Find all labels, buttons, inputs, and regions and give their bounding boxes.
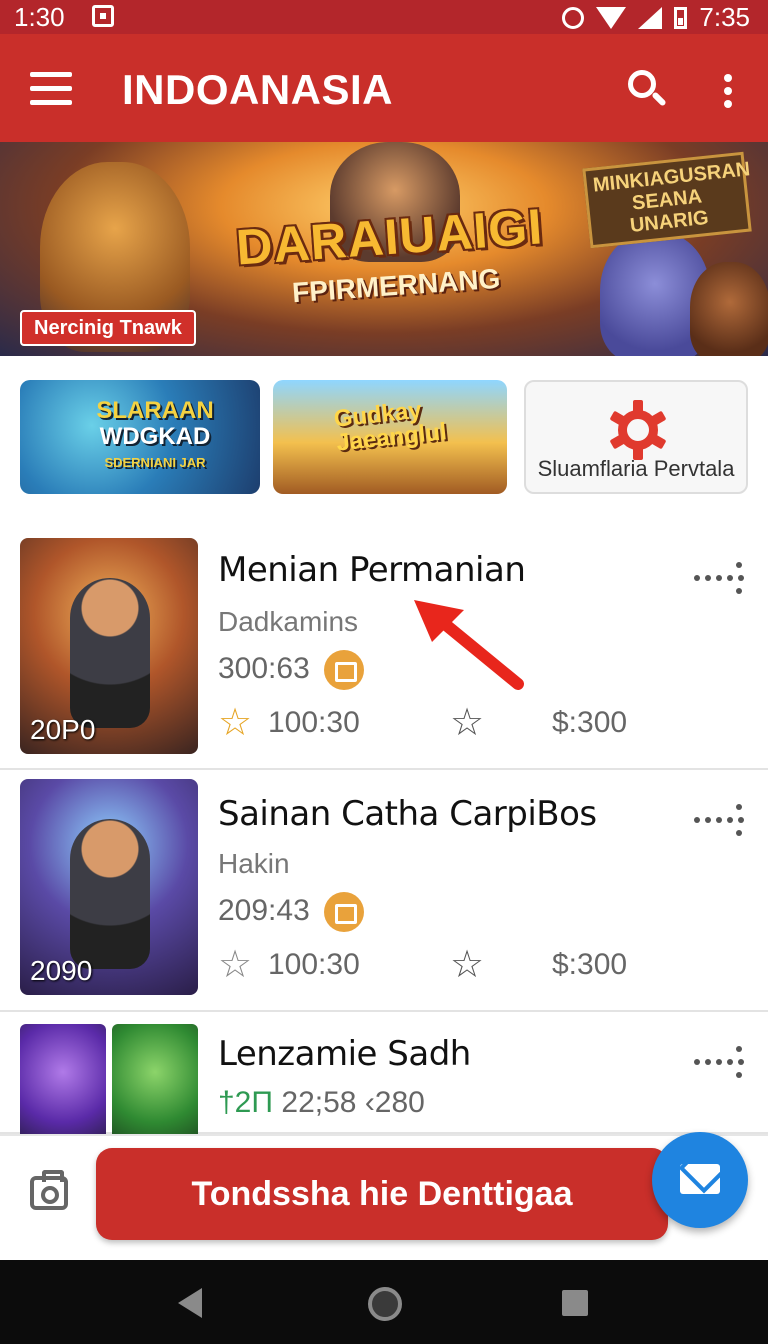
star-icon: ☆ <box>218 944 253 986</box>
thumbnail-character <box>70 819 150 969</box>
tile-1-line2: WDGKAD <box>99 423 211 450</box>
back-icon[interactable] <box>178 1288 202 1318</box>
hero-badge[interactable]: Nercinig Tnawk <box>20 310 196 346</box>
tile-3-label: Sluamflaria Pervtala <box>537 456 735 481</box>
home-icon[interactable] <box>368 1287 402 1321</box>
item-meta: †2Π 22;58 ‹280 <box>218 1086 425 1120</box>
item-more-icon[interactable] <box>694 560 746 600</box>
battery-icon <box>674 6 688 29</box>
app-title: INDOANASIA <box>122 66 394 113</box>
item-title[interactable]: Menian Permanian <box>218 550 526 590</box>
item-meta-time: 22;58 <box>281 1086 357 1119</box>
mail-icon <box>680 1164 720 1194</box>
app-bar: INDOANASIA <box>0 34 768 142</box>
alarm-icon <box>562 6 585 29</box>
gift-icon <box>324 650 364 690</box>
tile-1-line3: SDERNIANI JAR <box>104 455 206 470</box>
notification-icon <box>92 5 114 27</box>
thumbnail-character <box>70 578 150 728</box>
gear-icon <box>608 400 668 460</box>
item-thumbnail[interactable] <box>20 1024 106 1144</box>
item-subtitle: Dadkamins <box>218 606 359 637</box>
item-thumbnail[interactable]: 2090 <box>20 779 198 995</box>
status-bar: 1:30 7:35 <box>0 0 768 34</box>
item-rating: 100:30 <box>268 948 360 981</box>
star-filled-icon: ☆ <box>218 702 253 744</box>
list-item[interactable]: 20P0 Menian Permanian Dadkamins 300:63 ☆… <box>0 520 768 770</box>
status-clock: 7:35 <box>699 2 750 32</box>
message-fab[interactable] <box>652 1132 748 1228</box>
category-tile-3[interactable]: Sluamflaria Pervtala <box>524 380 748 494</box>
signal-icon <box>638 6 663 29</box>
status-indicators: 7:35 <box>562 2 750 33</box>
item-thumbnail[interactable]: 20P0 <box>20 538 198 754</box>
camera-icon[interactable] <box>30 1170 68 1210</box>
hero-tag: MINKIAGUSRAN SEANA UNARIG <box>582 151 752 249</box>
item-rating: 100:30 <box>268 706 360 739</box>
item-time: 209:43 <box>218 894 310 927</box>
primary-cta-button[interactable]: Tondssha hie Denttigaa <box>96 1148 668 1240</box>
status-time: 1:30 <box>14 2 65 32</box>
item-price: $:300 <box>552 948 628 981</box>
bottom-action-bar: Tondssha hie Denttigaa <box>0 1132 768 1260</box>
category-tile-1[interactable]: SLARAAN WDGKAD SDERNIANI JAR <box>20 380 260 494</box>
list-item[interactable]: Lenzamie Sadh †2Π 22;58 ‹280 <box>0 1012 768 1144</box>
item-more-icon[interactable] <box>694 1044 746 1084</box>
thumbnail-year: 2090 <box>30 955 93 986</box>
list-item[interactable]: 2090 Sainan Catha CarpiBos Hakin 209:43 … <box>0 770 768 1012</box>
item-meta-extra: ‹280 <box>364 1086 425 1119</box>
favorite-star-icon[interactable]: ☆ <box>450 704 484 742</box>
wifi-icon <box>596 6 627 29</box>
item-time: 300:63 <box>218 652 310 685</box>
hero-banner[interactable]: DARAIUAIGI FPIRMERNANG MINKIAGUSRAN SEAN… <box>0 142 768 356</box>
favorite-star-icon[interactable]: ☆ <box>450 946 484 984</box>
menu-icon[interactable] <box>30 72 72 106</box>
tile-1-line1: SLARAAN <box>96 397 214 424</box>
system-nav-bar <box>0 1260 768 1344</box>
item-more-icon[interactable] <box>694 802 746 842</box>
category-tile-2[interactable]: Gudkay Jaeanglul <box>273 380 507 494</box>
item-title[interactable]: Sainan Catha CarpiBos <box>218 794 597 834</box>
gift-icon <box>324 892 364 932</box>
item-subtitle: Hakin <box>218 848 290 879</box>
search-icon[interactable] <box>628 70 668 110</box>
pointer-arrow-annotation <box>414 600 524 690</box>
thumbnail-year: 20P0 <box>30 714 96 745</box>
item-title[interactable]: Lenzamie Sadh <box>218 1034 471 1074</box>
item-thumbnail-secondary[interactable] <box>112 1024 198 1144</box>
hero-character-brown-bear <box>690 262 768 356</box>
tile-1-title: SLARAAN WDGKAD SDERNIANI JAR <box>70 398 240 476</box>
item-meta-prefix: †2Π <box>218 1086 274 1119</box>
tile-2-title: Gudkay Jaeanglul <box>333 396 448 457</box>
recents-icon[interactable] <box>562 1290 588 1316</box>
overflow-menu-icon[interactable] <box>724 74 734 108</box>
item-price: $:300 <box>552 706 628 739</box>
